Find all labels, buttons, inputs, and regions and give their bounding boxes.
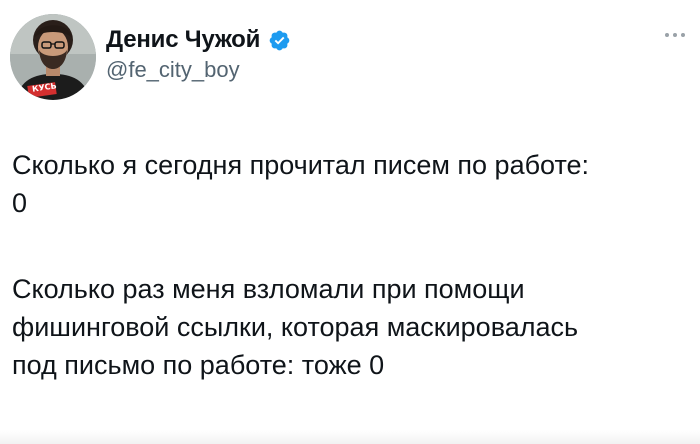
author-info: Денис Чужой @fe_city_boy — [106, 25, 291, 83]
bottom-divider — [0, 430, 700, 444]
tweet-text-paragraph-2: Сколько раз меня взломали при помощи фиш… — [12, 274, 579, 380]
tweet-text-paragraph-1: Сколько я сегодня прочитал писем по рабо… — [12, 150, 590, 218]
verified-badge-icon — [268, 29, 291, 52]
display-name[interactable]: Денис Чужой — [106, 26, 260, 54]
handle[interactable]: @fe_city_boy — [106, 57, 291, 83]
avatar[interactable]: КУСЬ — [10, 14, 96, 100]
tweet-card: КУСЬ Денис Чужой @fe_city_boy Сколько я … — [0, 0, 700, 444]
name-row: Денис Чужой — [106, 25, 291, 55]
more-options-icon[interactable] — [664, 30, 686, 40]
